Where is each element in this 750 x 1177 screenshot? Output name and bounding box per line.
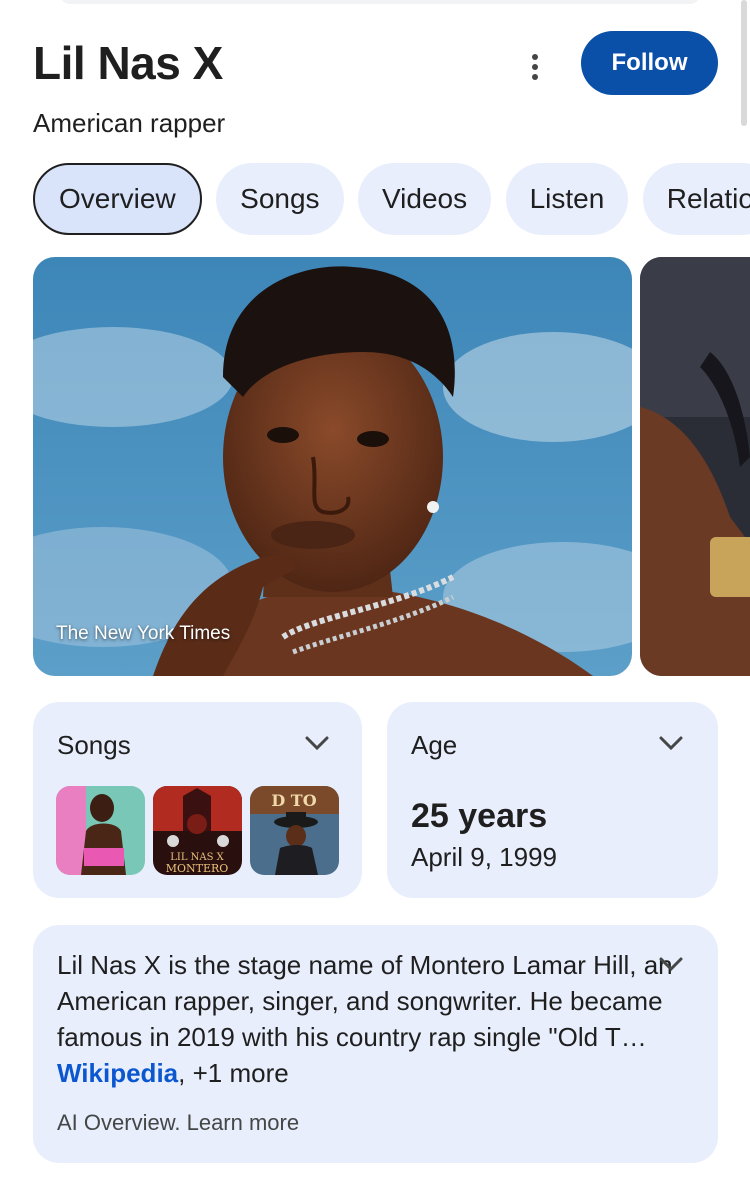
song-artwork: D TO (250, 786, 339, 875)
menu-dot (532, 74, 538, 80)
tab-songs[interactable]: Songs (216, 163, 344, 235)
entity-subtitle: American rapper (33, 108, 226, 138)
hero-image[interactable]: The New York Times (33, 257, 632, 676)
thumb-text: MONTERO (166, 862, 229, 875)
hero-image-next[interactable] (640, 257, 750, 676)
age-card[interactable]: Age 25 years April 9, 1999 (387, 702, 718, 898)
tab-overview[interactable]: Overview (33, 163, 202, 235)
song-thumbnails: LIL NAS X MONTERO D TO (56, 786, 339, 875)
thumb-text: D TO (271, 791, 316, 810)
ai-overview-text: Lil Nas X is the stage name of Montero L… (57, 947, 697, 1091)
songs-card-label: Songs (57, 730, 131, 760)
source-link-wikipedia[interactable]: Wikipedia (57, 1058, 178, 1088)
chevron-down-icon[interactable] (657, 955, 685, 975)
song-artwork (56, 786, 145, 875)
ellipsis: … (620, 1022, 647, 1052)
tab-bar: Overview Songs Videos Listen Relatio (33, 163, 750, 235)
previous-card-edge (60, 0, 700, 4)
menu-dot (532, 64, 538, 70)
page-title: Lil Nas X (33, 37, 223, 89)
song-thumbnail[interactable]: LIL NAS X MONTERO (153, 786, 242, 875)
chevron-down-icon[interactable] (303, 734, 331, 754)
age-card-label: Age (411, 730, 458, 760)
song-thumbnail[interactable] (56, 786, 145, 875)
follow-button[interactable]: Follow (581, 31, 718, 95)
ai-overview-footer[interactable]: AI Overview. Learn more (57, 1110, 299, 1136)
ai-overview-body: Lil Nas X is the stage name of Montero L… (57, 950, 673, 1052)
ai-overview-card[interactable]: Lil Nas X is the stage name of Montero L… (33, 925, 718, 1163)
hero-photo-partial (640, 257, 750, 676)
chevron-down-icon[interactable] (657, 734, 685, 754)
tab-relationships[interactable]: Relatio (642, 163, 750, 235)
songs-card[interactable]: Songs LIL NAS X MONTERO D TO (33, 702, 362, 898)
more-sources[interactable]: , +1 more (178, 1058, 289, 1088)
song-artwork: LIL NAS X MONTERO (153, 786, 242, 875)
menu-dot (532, 54, 538, 60)
age-value: 25 years (411, 797, 548, 835)
tab-videos[interactable]: Videos (358, 163, 492, 235)
scrollbar[interactable] (741, 0, 747, 126)
image-source-caption: The New York Times (56, 623, 231, 644)
hero-photo (33, 257, 632, 676)
more-vert-icon[interactable] (524, 50, 546, 84)
song-thumbnail[interactable]: D TO (250, 786, 339, 875)
birth-date: April 9, 1999 (411, 842, 557, 872)
tab-listen[interactable]: Listen (505, 163, 629, 235)
